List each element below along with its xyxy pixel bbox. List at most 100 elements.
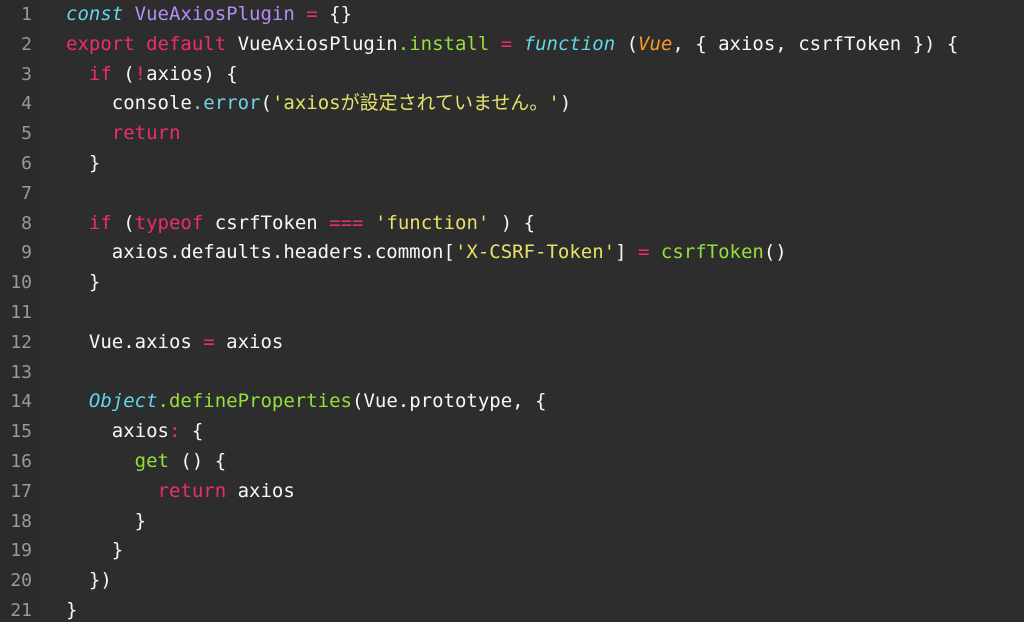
code-line-content[interactable]: return axios	[41, 477, 1024, 507]
code-token: csrfToken	[203, 211, 330, 234]
code-line[interactable]: 3 if (!axios) {	[0, 59, 1024, 90]
line-number: 10	[0, 268, 41, 298]
code-line-content[interactable]: }	[41, 507, 1024, 537]
code-line-content[interactable]: Object.defineProperties(Vue.prototype, {	[41, 387, 1024, 417]
code-token: }	[66, 151, 101, 174]
code-token: get	[134, 449, 169, 472]
line-number: 2	[0, 29, 41, 60]
line-number: 6	[0, 148, 41, 179]
code-token: axios	[66, 420, 169, 443]
code-line-content[interactable]: if (!axios) {	[41, 60, 1024, 90]
code-line[interactable]: 4 console.error('axiosが設定されていません。')	[0, 89, 1024, 120]
line-number: 11	[0, 297, 41, 328]
code-line-content[interactable]: Vue.axios = axios	[41, 328, 1024, 358]
code-token: =	[637, 241, 650, 264]
code-line[interactable]: 18 }	[0, 506, 1024, 537]
line-number: 17	[0, 476, 41, 507]
code-token: typeof	[134, 211, 204, 234]
code-line-content[interactable]: })	[41, 566, 1024, 596]
code-line[interactable]: 19 }	[0, 536, 1024, 567]
code-line-content[interactable]	[41, 358, 1024, 388]
line-number: 13	[0, 357, 41, 388]
code-line-content[interactable]: axios: {	[41, 417, 1024, 447]
code-token: axios) {	[146, 62, 238, 85]
code-token: ) {	[489, 211, 536, 234]
code-line[interactable]: 11	[0, 297, 1024, 328]
line-number: 14	[0, 387, 41, 418]
code-token: =	[500, 32, 513, 55]
code-line[interactable]: 21}	[0, 595, 1024, 622]
code-token: =	[203, 330, 215, 353]
code-token: })	[66, 569, 112, 592]
code-line-content[interactable]: return	[41, 119, 1024, 149]
code-token: :	[168, 420, 181, 443]
code-token: {}	[317, 3, 353, 25]
code-line[interactable]: 5 return	[0, 119, 1024, 149]
code-line[interactable]: 2 export default VueAxiosPlugin.install =…	[0, 29, 1024, 60]
code-line[interactable]: 12 Vue.axios = axios	[0, 327, 1024, 358]
line-number: 1	[0, 0, 41, 30]
line-number: 9	[0, 238, 41, 269]
line-number: 3	[0, 59, 41, 90]
code-token: axios	[226, 479, 295, 502]
code-token: console	[66, 92, 192, 115]
code-line[interactable]: 14 Object.defineProperties(Vue.prototype…	[0, 387, 1024, 418]
code-line-content[interactable]: console.error('axiosが設定されていません。')	[41, 89, 1024, 119]
line-number: 16	[0, 446, 41, 477]
code-token: (Vue.prototype, {	[352, 390, 547, 413]
code-line[interactable]: 15 axios: {	[0, 417, 1024, 447]
code-line[interactable]: 13	[0, 357, 1024, 388]
code-token: VueAxiosPlugin	[134, 3, 295, 25]
code-editor[interactable]: 1 const VueAxiosPlugin = {} 2 export defaul…	[0, 0, 1024, 622]
code-token: 'function'	[374, 211, 490, 234]
code-line-content[interactable]: }	[41, 268, 1024, 298]
code-token: () {	[168, 449, 227, 472]
code-line-content[interactable]: export default VueAxiosPlugin.install = …	[41, 30, 1024, 60]
code-line[interactable]: 7	[0, 178, 1024, 209]
code-token: Vue	[638, 32, 673, 55]
line-number: 18	[0, 506, 41, 537]
code-line-content[interactable]: axios.defaults.headers.common['X-CSRF-To…	[41, 238, 1024, 268]
code-token: return	[157, 479, 227, 502]
code-line[interactable]: 17 return axios	[0, 476, 1024, 507]
code-line-content[interactable]: get () {	[41, 447, 1024, 477]
code-token: (	[111, 211, 135, 234]
code-line-content[interactable]	[41, 179, 1024, 209]
code-token: Vue.axios	[66, 330, 204, 353]
code-line-content[interactable]: }	[41, 536, 1024, 566]
code-line[interactable]: 1 const VueAxiosPlugin = {}	[0, 0, 1024, 30]
code-token: =	[306, 3, 318, 25]
code-line[interactable]: 20 })	[0, 566, 1024, 596]
line-number: 12	[0, 327, 41, 358]
code-token: }	[66, 509, 147, 532]
code-token: .error	[191, 92, 261, 115]
line-number: 15	[0, 417, 41, 447]
code-token: VueAxiosPlugin	[226, 32, 398, 55]
code-token: (	[260, 92, 272, 115]
code-token: (	[615, 32, 639, 55]
line-number: 8	[0, 208, 41, 239]
code-line[interactable]: 9 axios.defaults.headers.common['X-CSRF-…	[0, 238, 1024, 269]
code-line-content[interactable]: const VueAxiosPlugin = {}	[41, 0, 1024, 30]
code-line-content[interactable]: if (typeof csrfToken === 'function' ) {	[41, 209, 1024, 239]
code-line-content[interactable]: }	[41, 149, 1024, 179]
line-number: 7	[0, 178, 41, 209]
code-token: ]	[615, 241, 638, 264]
code-line[interactable]: 10 }	[0, 268, 1024, 298]
code-line[interactable]: 6 }	[0, 148, 1024, 179]
code-lines-container: 1 const VueAxiosPlugin = {} 2 export defaul…	[0, 0, 1024, 622]
code-line[interactable]: 8 if (typeof csrfToken === 'function' ) …	[0, 208, 1024, 239]
line-number: 5	[0, 119, 41, 149]
code-line[interactable]: 16 get () {	[0, 446, 1024, 477]
code-token: !	[134, 62, 147, 85]
code-token: function	[523, 32, 616, 55]
code-line-content[interactable]	[41, 298, 1024, 328]
code-line-content[interactable]: }	[41, 596, 1024, 622]
